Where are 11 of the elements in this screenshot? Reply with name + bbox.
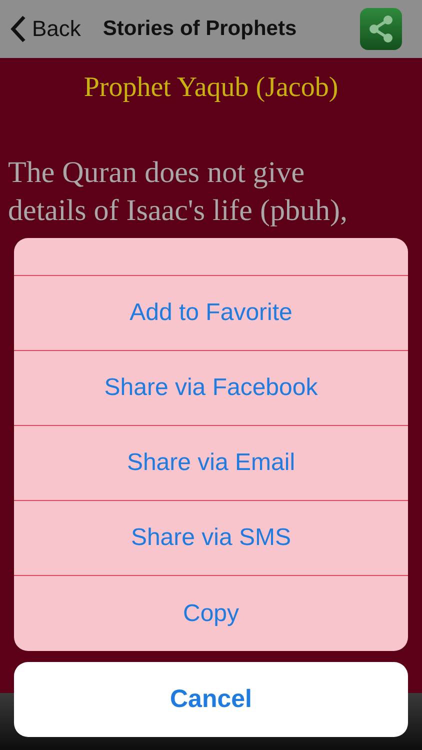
article-title: Prophet Yaqub (Jacob) — [82, 72, 340, 104]
screen-title: Stories of Prophets — [102, 17, 298, 41]
action-sheet-option[interactable]: Share via Email — [14, 426, 408, 501]
article-text: The Quran does not give — [8, 155, 306, 191]
action-sheet-option[interactable]: Add to Favorite — [14, 276, 408, 351]
cancel-button[interactable]: Cancel — [14, 662, 408, 737]
action-sheet-option[interactable]: Share via SMS — [14, 501, 408, 576]
article-text: details of Isaac's life (pbuh), — [8, 193, 348, 229]
action-sheet-option[interactable]: Share via Facebook — [14, 351, 408, 426]
back-button[interactable]: Back — [10, 15, 81, 43]
action-sheet-option[interactable]: Copy — [14, 576, 408, 651]
